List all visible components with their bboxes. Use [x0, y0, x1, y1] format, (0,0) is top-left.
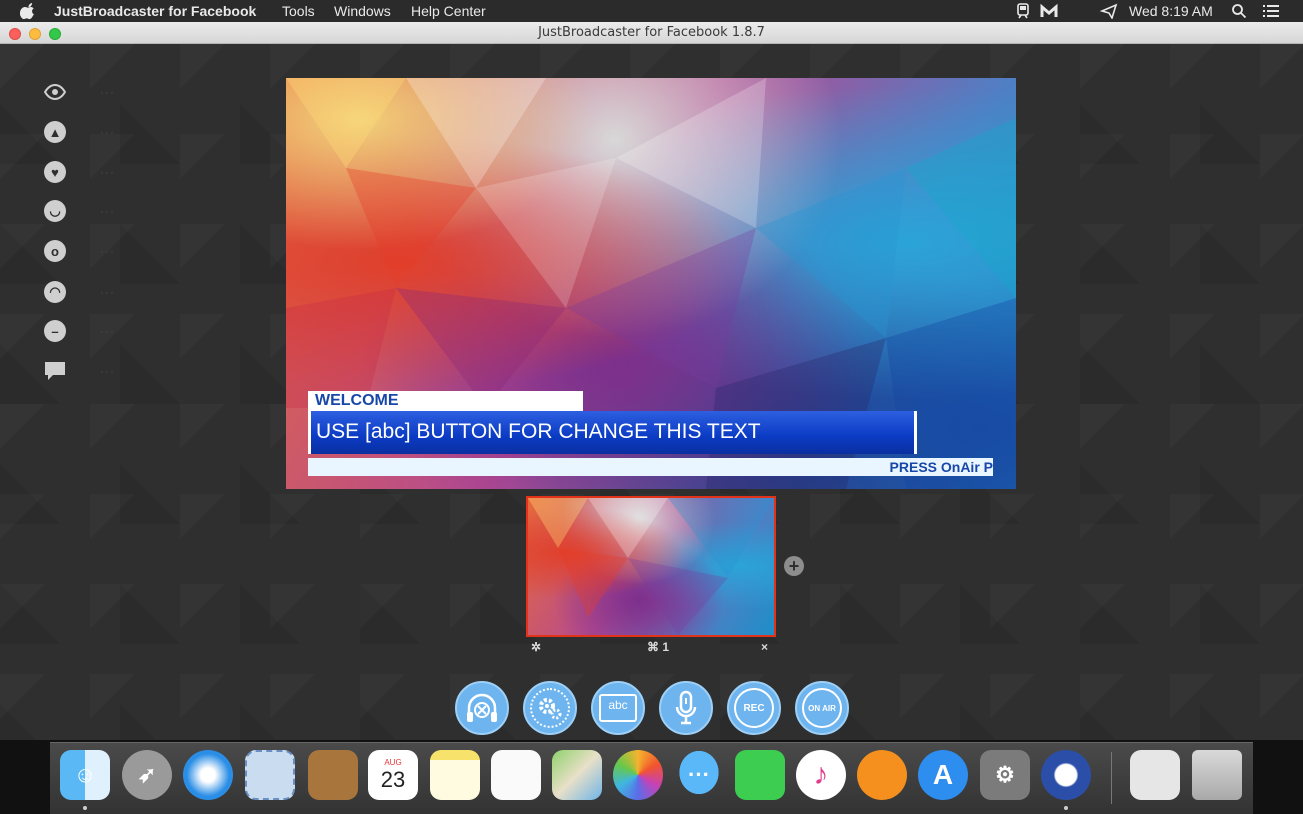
reaction-comment: ···: [44, 359, 124, 383]
comment-icon: [45, 362, 65, 380]
microphone-button[interactable]: [659, 681, 713, 735]
clock[interactable]: Wed 8:19 AM: [1129, 3, 1213, 19]
finder-icon[interactable]: ☺: [60, 750, 110, 800]
microphone-icon: [675, 690, 697, 725]
reaction-sad: ◠ ···: [44, 280, 124, 304]
justbroadcaster-dock-icon[interactable]: [1041, 750, 1091, 800]
reaction-angry: – ···: [44, 319, 124, 343]
window-title: JustBroadcaster for Facebook 1.8.7: [538, 25, 765, 40]
on-air-button[interactable]: ON AIR: [795, 681, 849, 735]
settings-button[interactable]: [523, 681, 577, 735]
trash-icon[interactable]: [1192, 750, 1242, 800]
on-air-power-icon: ON AIR: [802, 688, 842, 728]
menu-bar: JustBroadcaster for Facebook Tools Windo…: [0, 0, 1303, 22]
text-editor-button[interactable]: abc: [591, 681, 645, 735]
thumbs-up-icon: ▲: [44, 121, 66, 143]
maps-icon[interactable]: [552, 750, 602, 800]
angry-icon: –: [44, 320, 66, 342]
apple-menu-icon[interactable]: [20, 2, 36, 20]
like-count: ···: [100, 125, 115, 139]
scene-close-icon[interactable]: ×: [761, 640, 768, 654]
spotlight-search-icon[interactable]: [1231, 3, 1247, 19]
notes-icon[interactable]: [430, 750, 480, 800]
facetime-icon[interactable]: [735, 750, 785, 800]
send-status-icon[interactable]: [1100, 3, 1118, 19]
menu-tools[interactable]: Tools: [282, 3, 315, 19]
messages-icon[interactable]: ···: [674, 750, 724, 800]
justbroadcaster-running-indicator: [1064, 806, 1068, 810]
launchpad-icon[interactable]: ➶: [122, 750, 172, 800]
wow-icon: o: [44, 240, 66, 262]
angry-count: ···: [100, 324, 115, 338]
mail-icon[interactable]: [245, 750, 295, 800]
window-close-button[interactable]: [9, 28, 21, 40]
comment-count: ···: [100, 364, 115, 378]
ibooks-icon[interactable]: [857, 750, 907, 800]
train-status-icon[interactable]: [1014, 3, 1032, 19]
abc-icon: abc: [599, 694, 637, 722]
reaction-haha: ◡ ···: [44, 199, 124, 223]
reminders-icon[interactable]: [491, 750, 541, 800]
heart-icon: ♥: [44, 161, 66, 183]
lower-third-welcome: WELCOME: [308, 391, 583, 411]
preview-document-icon[interactable]: [1130, 750, 1180, 800]
lower-third-ticker: PRESS OnAir P: [308, 458, 993, 476]
love-count: ···: [100, 165, 115, 179]
menu-windows[interactable]: Windows: [334, 3, 391, 19]
reaction-wow: o ···: [44, 239, 124, 263]
eye-icon: [44, 83, 66, 101]
wow-count: ···: [100, 244, 115, 258]
scene-thumbnail[interactable]: [526, 496, 776, 637]
gears-icon: [530, 688, 570, 728]
calendar-month: AUG: [384, 757, 402, 767]
laugh-icon: ◡: [44, 200, 66, 222]
window-titlebar[interactable]: JustBroadcaster for Facebook 1.8.7: [0, 22, 1303, 44]
haha-count: ···: [100, 204, 115, 218]
reaction-love: ♥ ···: [44, 160, 124, 184]
calendar-icon[interactable]: AUG 23: [368, 750, 418, 800]
window-zoom-button[interactable]: [49, 28, 61, 40]
calendar-day: 23: [380, 766, 406, 792]
photos-icon[interactable]: [613, 750, 663, 800]
live-preview[interactable]: WELCOME USE [abc] BUTTON FOR CHANGE THIS…: [286, 78, 1016, 489]
record-button[interactable]: REC: [727, 681, 781, 735]
malwarebytes-icon[interactable]: [1040, 3, 1058, 19]
broadcast-stage: ··· ▲ ··· ♥ ··· ◡ ··· o ··· ◠ ··· – ··· …: [0, 44, 1303, 740]
audio-mixer-button[interactable]: [455, 681, 509, 735]
finder-running-indicator: [83, 806, 87, 810]
scene-settings-icon[interactable]: ✲: [531, 640, 541, 654]
itunes-icon[interactable]: ♪: [796, 750, 846, 800]
reaction-view: ···: [44, 80, 124, 104]
sad-count: ···: [100, 285, 115, 299]
app-store-icon[interactable]: A: [918, 750, 968, 800]
reaction-like: ▲ ···: [44, 120, 124, 144]
lower-third-headline: USE [abc] BUTTON FOR CHANGE THIS TEXT: [308, 411, 917, 454]
notification-center-icon[interactable]: [1262, 3, 1280, 19]
app-window: JustBroadcaster for Facebook 1.8.7 ··· ▲…: [0, 22, 1303, 740]
scene-polygon-background: [528, 498, 774, 635]
sad-icon: ◠: [44, 281, 66, 303]
dock-separator: [1111, 752, 1112, 804]
headphones-mute-icon: [467, 693, 497, 722]
view-count: ···: [100, 85, 115, 99]
window-minimize-button[interactable]: [29, 28, 41, 40]
system-preferences-icon[interactable]: ⚙: [980, 750, 1030, 800]
app-name-menu[interactable]: JustBroadcaster for Facebook: [54, 3, 256, 19]
scene-shortcut-label: ⌘ 1: [647, 640, 670, 654]
menu-help-center[interactable]: Help Center: [411, 3, 486, 19]
safari-icon[interactable]: [183, 750, 233, 800]
contacts-icon[interactable]: [308, 750, 358, 800]
add-scene-button[interactable]: +: [784, 556, 804, 576]
rec-power-icon: REC: [734, 688, 774, 728]
